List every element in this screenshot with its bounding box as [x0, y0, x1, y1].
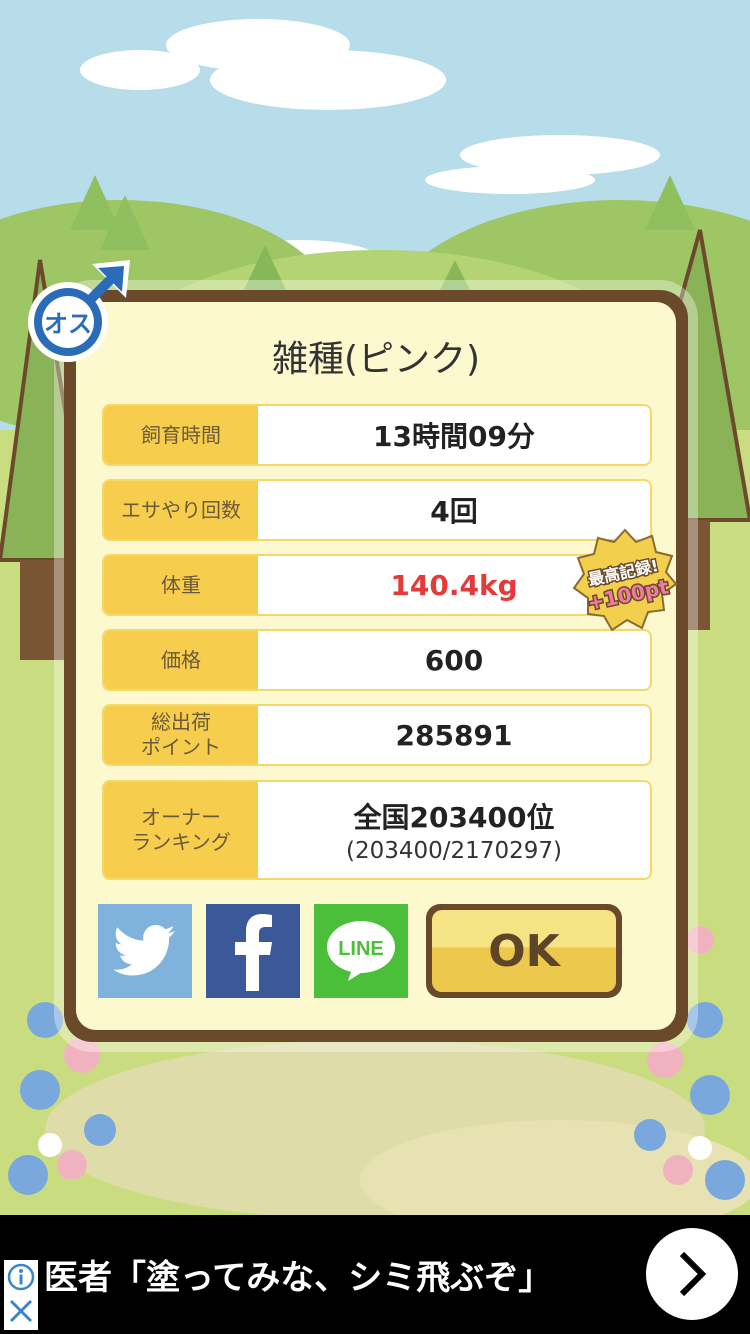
ad-text[interactable]: 医者「塗ってみな、シミ飛ぶぞ」: [44, 1215, 644, 1334]
stat-row-total-points: 総出荷 ポイント 285891: [102, 704, 652, 766]
result-card: 雑種(ピンク) 飼育時間 13時間09分 エサやり回数 4回 体重 140.4k…: [76, 302, 676, 1030]
stat-value: 285891: [395, 718, 513, 752]
ranking-detail: (203400/2170297): [346, 838, 562, 864]
male-symbol-icon: オス: [28, 260, 130, 362]
stat-row-owner-ranking: オーナー ランキング 全国203400位 (203400/2170297): [102, 780, 652, 880]
stat-label: オーナー ランキング: [104, 782, 258, 878]
ok-button-label: OK: [432, 910, 616, 992]
line-logo-text: LINE: [338, 938, 384, 960]
facebook-icon: [235, 914, 272, 991]
stat-value: 13時間09分: [373, 420, 535, 453]
record-badge: 最高記録! +100pt: [572, 528, 678, 632]
line-share-button[interactable]: LINE: [314, 904, 408, 998]
facebook-share-button[interactable]: [206, 904, 300, 998]
ad-next-button[interactable]: [646, 1228, 738, 1320]
stat-label: 体重: [104, 556, 258, 614]
close-icon[interactable]: [8, 1298, 34, 1324]
line-icon: LINE: [327, 921, 395, 981]
stat-label: エサやり回数: [104, 481, 258, 539]
stat-row-price: 価格 600: [102, 629, 652, 691]
twitter-icon: [113, 925, 175, 976]
info-icon[interactable]: [6, 1262, 36, 1292]
stat-label: 総出荷 ポイント: [104, 706, 258, 764]
stat-row-feed-count: エサやり回数 4回: [102, 479, 652, 541]
chevron-right-icon: [679, 1251, 707, 1297]
stat-value-ranking: 全国203400位 (203400/2170297): [258, 782, 650, 878]
stat-value: 600: [424, 643, 484, 677]
stat-label: 飼育時間: [104, 406, 258, 464]
breed-title: 雑種(ピンク): [271, 339, 481, 380]
ranking-main: 全国203400位: [353, 801, 555, 834]
ok-button[interactable]: OK: [426, 904, 622, 998]
ad-banner[interactable]: 医者「塗ってみな、シミ飛ぶぞ」: [0, 1215, 750, 1334]
twitter-share-button[interactable]: [98, 904, 192, 998]
stat-label: 価格: [104, 631, 258, 689]
stat-row-weight: 体重 140.4kg: [102, 554, 652, 616]
gender-label: オス: [44, 310, 92, 338]
stat-row-raising-time: 飼育時間 13時間09分: [102, 404, 652, 466]
